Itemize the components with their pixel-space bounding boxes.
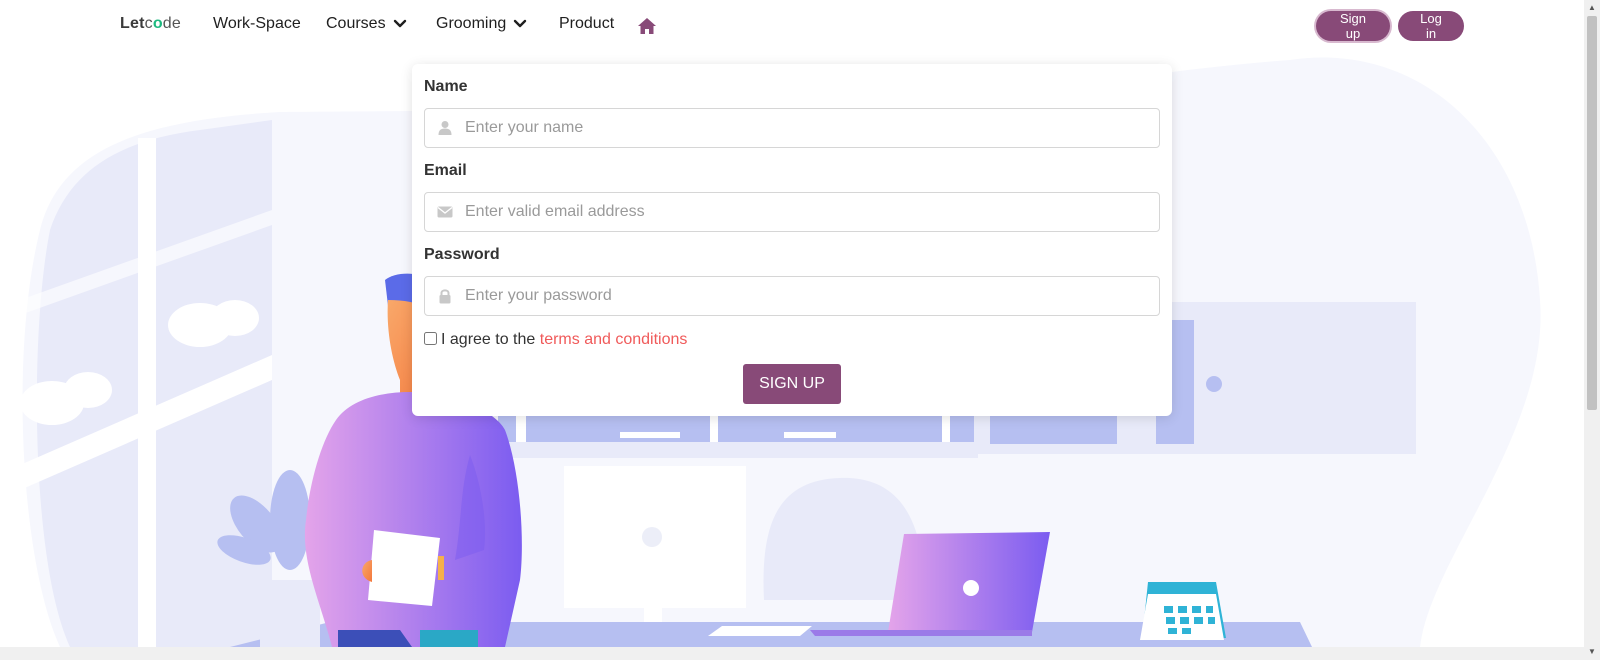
name-field[interactable] [424, 108, 1160, 148]
email-field[interactable] [424, 192, 1160, 232]
name-input[interactable] [465, 109, 1145, 147]
email-input[interactable] [465, 193, 1145, 231]
agree-text: I agree to the [441, 331, 536, 348]
nav-courses-dropdown[interactable]: Courses [326, 15, 408, 33]
envelope-icon [437, 206, 453, 218]
chevron-down-icon [514, 19, 527, 28]
horizontal-scrollbar[interactable] [0, 647, 1584, 660]
signup-nav-button[interactable]: Sign up [1316, 11, 1390, 41]
signup-submit-button[interactable]: SIGN UP [743, 364, 841, 404]
password-label: Password [424, 246, 500, 263]
scroll-down-arrow-icon[interactable]: ▼ [1588, 648, 1596, 656]
password-input[interactable] [465, 277, 1145, 315]
terms-checkbox[interactable] [424, 332, 437, 345]
scroll-up-arrow-icon[interactable]: ▲ [1588, 4, 1596, 12]
nav-work-space[interactable]: Work-Space [213, 15, 301, 33]
top-navbar: Letcode Work-Space Courses Grooming Prod… [0, 0, 1584, 52]
nav-product[interactable]: Product [559, 15, 614, 33]
user-icon [438, 121, 452, 135]
name-label: Name [424, 78, 468, 95]
signup-form-card: Name Email Password I agree to the terms… [412, 64, 1172, 416]
terms-link[interactable]: terms and conditions [540, 331, 688, 348]
password-field[interactable] [424, 276, 1160, 316]
terms-agreement: I agree to the terms and conditions [424, 331, 687, 349]
letcode-logo[interactable]: Letcode [120, 15, 181, 33]
scrollbar-thumb[interactable] [1587, 16, 1597, 410]
login-nav-button[interactable]: Log in [1398, 11, 1464, 41]
lock-icon [439, 289, 451, 304]
chevron-down-icon [393, 19, 406, 28]
nav-grooming-dropdown[interactable]: Grooming [436, 15, 528, 33]
home-icon[interactable] [637, 17, 657, 35]
vertical-scrollbar[interactable]: ▲ ▼ [1584, 0, 1600, 660]
email-label: Email [424, 162, 467, 179]
